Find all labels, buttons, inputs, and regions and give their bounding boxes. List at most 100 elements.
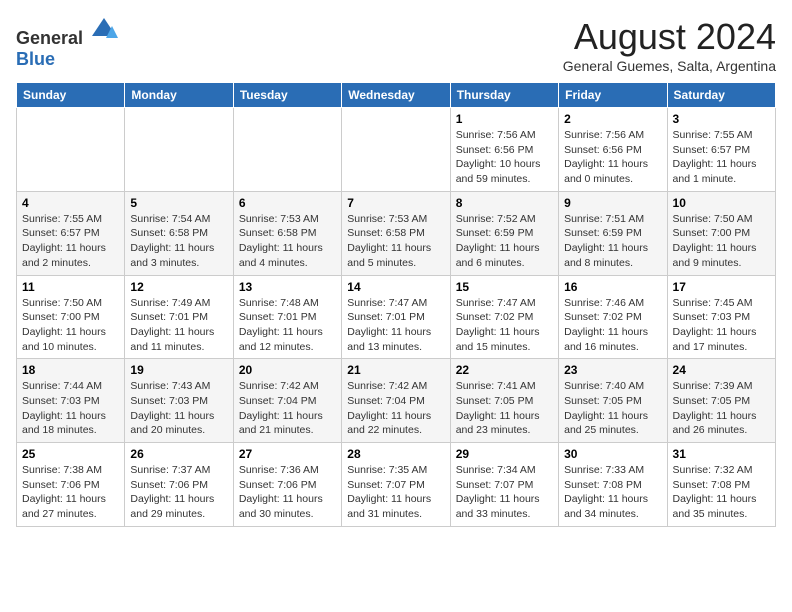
calendar-cell: 16Sunrise: 7:46 AM Sunset: 7:02 PM Dayli…	[559, 275, 667, 359]
logo: General Blue	[16, 16, 118, 70]
calendar-cell: 20Sunrise: 7:42 AM Sunset: 7:04 PM Dayli…	[233, 359, 341, 443]
calendar-cell: 7 Sunrise: 7:53 AM Sunset: 6:58 PM Daylig…	[342, 191, 450, 275]
day-number: 13	[239, 280, 336, 294]
day-info: Sunrise: 7:42 AM Sunset: 7:04 PM Dayligh…	[347, 379, 444, 438]
day-info: Sunrise: 7:55 AM Sunset: 6:57 PM Dayligh…	[22, 212, 119, 271]
day-info: Sunrise: 7:45 AM Sunset: 7:03 PM Dayligh…	[673, 296, 770, 355]
day-info: Sunrise: 7:56 AM Sunset: 6:56 PM Dayligh…	[456, 128, 553, 187]
day-info: Sunrise: 7:33 AM Sunset: 7:08 PM Dayligh…	[564, 463, 661, 522]
calendar-cell: 15 Sunrise: 7:47 AM Sunset: 7:02 PM Dayli…	[450, 275, 558, 359]
day-info: Sunrise: 7:39 AM Sunset: 7:05 PM Dayligh…	[673, 379, 770, 438]
day-number: 24	[673, 363, 770, 377]
day-info: Sunrise: 7:36 AM Sunset: 7:06 PM Dayligh…	[239, 463, 336, 522]
day-number: 8	[456, 196, 553, 210]
day-number: 6	[239, 196, 336, 210]
calendar-cell: 29Sunrise: 7:34 AM Sunset: 7:07 PM Dayli…	[450, 443, 558, 527]
day-number: 26	[130, 447, 227, 461]
calendar-cell: 31Sunrise: 7:32 AM Sunset: 7:08 PM Dayli…	[667, 443, 775, 527]
day-info: Sunrise: 7:49 AM Sunset: 7:01 PM Dayligh…	[130, 296, 227, 355]
calendar-cell: 6 Sunrise: 7:53 AM Sunset: 6:58 PM Daylig…	[233, 191, 341, 275]
day-number: 14	[347, 280, 444, 294]
calendar-cell: 1 Sunrise: 7:56 AM Sunset: 6:56 PM Daylig…	[450, 108, 558, 192]
day-info: Sunrise: 7:48 AM Sunset: 7:01 PM Dayligh…	[239, 296, 336, 355]
day-number: 19	[130, 363, 227, 377]
day-number: 12	[130, 280, 227, 294]
calendar-cell: 23 Sunrise: 7:40 AM Sunset: 7:05 PM Dayli…	[559, 359, 667, 443]
calendar-week-row: 18 Sunrise: 7:44 AM Sunset: 7:03 PM Dayli…	[17, 359, 776, 443]
day-info: Sunrise: 7:41 AM Sunset: 7:05 PM Dayligh…	[456, 379, 553, 438]
day-number: 31	[673, 447, 770, 461]
day-number: 11	[22, 280, 119, 294]
calendar-cell: 21 Sunrise: 7:42 AM Sunset: 7:04 PM Dayli…	[342, 359, 450, 443]
day-info: Sunrise: 7:46 AM Sunset: 7:02 PM Dayligh…	[564, 296, 661, 355]
calendar-cell: 11 Sunrise: 7:50 AM Sunset: 7:00 PM Dayli…	[17, 275, 125, 359]
title-block: August 2024 General Guemes, Salta, Argen…	[563, 16, 776, 74]
day-number: 1	[456, 112, 553, 126]
day-info: Sunrise: 7:43 AM Sunset: 7:03 PM Dayligh…	[130, 379, 227, 438]
calendar-table: SundayMondayTuesdayWednesdayThursdayFrid…	[16, 82, 776, 527]
day-number: 4	[22, 196, 119, 210]
day-number: 30	[564, 447, 661, 461]
calendar-cell: 2 Sunrise: 7:56 AM Sunset: 6:56 PM Daylig…	[559, 108, 667, 192]
calendar-cell: 9Sunrise: 7:51 AM Sunset: 6:59 PM Daylig…	[559, 191, 667, 275]
calendar-cell: 22Sunrise: 7:41 AM Sunset: 7:05 PM Dayli…	[450, 359, 558, 443]
day-info: Sunrise: 7:56 AM Sunset: 6:56 PM Dayligh…	[564, 128, 661, 187]
calendar-cell: 14 Sunrise: 7:47 AM Sunset: 7:01 PM Dayli…	[342, 275, 450, 359]
day-info: Sunrise: 7:53 AM Sunset: 6:58 PM Dayligh…	[347, 212, 444, 271]
calendar-header-row: SundayMondayTuesdayWednesdayThursdayFrid…	[17, 83, 776, 108]
day-number: 5	[130, 196, 227, 210]
calendar-cell	[17, 108, 125, 192]
calendar-cell: 27 Sunrise: 7:36 AM Sunset: 7:06 PM Dayli…	[233, 443, 341, 527]
day-number: 28	[347, 447, 444, 461]
day-info: Sunrise: 7:40 AM Sunset: 7:05 PM Dayligh…	[564, 379, 661, 438]
day-info: Sunrise: 7:54 AM Sunset: 6:58 PM Dayligh…	[130, 212, 227, 271]
calendar-cell: 28 Sunrise: 7:35 AM Sunset: 7:07 PM Dayli…	[342, 443, 450, 527]
day-number: 15	[456, 280, 553, 294]
location-subtitle: General Guemes, Salta, Argentina	[563, 58, 776, 74]
day-number: 7	[347, 196, 444, 210]
day-info: Sunrise: 7:35 AM Sunset: 7:07 PM Dayligh…	[347, 463, 444, 522]
calendar-cell: 26 Sunrise: 7:37 AM Sunset: 7:06 PM Dayli…	[125, 443, 233, 527]
calendar-cell: 25 Sunrise: 7:38 AM Sunset: 7:06 PM Dayli…	[17, 443, 125, 527]
day-of-week-header: Saturday	[667, 83, 775, 108]
calendar-cell: 12 Sunrise: 7:49 AM Sunset: 7:01 PM Dayli…	[125, 275, 233, 359]
calendar-cell: 4 Sunrise: 7:55 AM Sunset: 6:57 PM Daylig…	[17, 191, 125, 275]
page-header: General Blue August 2024 General Guemes,…	[16, 16, 776, 74]
day-of-week-header: Tuesday	[233, 83, 341, 108]
day-number: 25	[22, 447, 119, 461]
calendar-cell	[233, 108, 341, 192]
day-info: Sunrise: 7:47 AM Sunset: 7:01 PM Dayligh…	[347, 296, 444, 355]
day-info: Sunrise: 7:50 AM Sunset: 7:00 PM Dayligh…	[673, 212, 770, 271]
month-year-title: August 2024	[563, 16, 776, 58]
day-info: Sunrise: 7:47 AM Sunset: 7:02 PM Dayligh…	[456, 296, 553, 355]
day-number: 21	[347, 363, 444, 377]
day-info: Sunrise: 7:42 AM Sunset: 7:04 PM Dayligh…	[239, 379, 336, 438]
day-number: 23	[564, 363, 661, 377]
day-number: 27	[239, 447, 336, 461]
day-info: Sunrise: 7:55 AM Sunset: 6:57 PM Dayligh…	[673, 128, 770, 187]
logo-blue: Blue	[16, 49, 55, 69]
day-info: Sunrise: 7:44 AM Sunset: 7:03 PM Dayligh…	[22, 379, 119, 438]
day-number: 3	[673, 112, 770, 126]
calendar-week-row: 1 Sunrise: 7:56 AM Sunset: 6:56 PM Daylig…	[17, 108, 776, 192]
day-info: Sunrise: 7:50 AM Sunset: 7:00 PM Dayligh…	[22, 296, 119, 355]
calendar-week-row: 11 Sunrise: 7:50 AM Sunset: 7:00 PM Dayli…	[17, 275, 776, 359]
day-info: Sunrise: 7:52 AM Sunset: 6:59 PM Dayligh…	[456, 212, 553, 271]
day-number: 2	[564, 112, 661, 126]
calendar-cell: 13 Sunrise: 7:48 AM Sunset: 7:01 PM Dayli…	[233, 275, 341, 359]
day-of-week-header: Monday	[125, 83, 233, 108]
calendar-cell	[342, 108, 450, 192]
calendar-cell: 5 Sunrise: 7:54 AM Sunset: 6:58 PM Daylig…	[125, 191, 233, 275]
day-info: Sunrise: 7:38 AM Sunset: 7:06 PM Dayligh…	[22, 463, 119, 522]
calendar-cell: 8 Sunrise: 7:52 AM Sunset: 6:59 PM Daylig…	[450, 191, 558, 275]
calendar-cell: 10 Sunrise: 7:50 AM Sunset: 7:00 PM Dayli…	[667, 191, 775, 275]
day-number: 29	[456, 447, 553, 461]
day-number: 18	[22, 363, 119, 377]
day-number: 10	[673, 196, 770, 210]
day-of-week-header: Thursday	[450, 83, 558, 108]
calendar-cell: 3 Sunrise: 7:55 AM Sunset: 6:57 PM Daylig…	[667, 108, 775, 192]
day-info: Sunrise: 7:53 AM Sunset: 6:58 PM Dayligh…	[239, 212, 336, 271]
day-info: Sunrise: 7:37 AM Sunset: 7:06 PM Dayligh…	[130, 463, 227, 522]
calendar-cell: 19 Sunrise: 7:43 AM Sunset: 7:03 PM Dayli…	[125, 359, 233, 443]
day-of-week-header: Wednesday	[342, 83, 450, 108]
